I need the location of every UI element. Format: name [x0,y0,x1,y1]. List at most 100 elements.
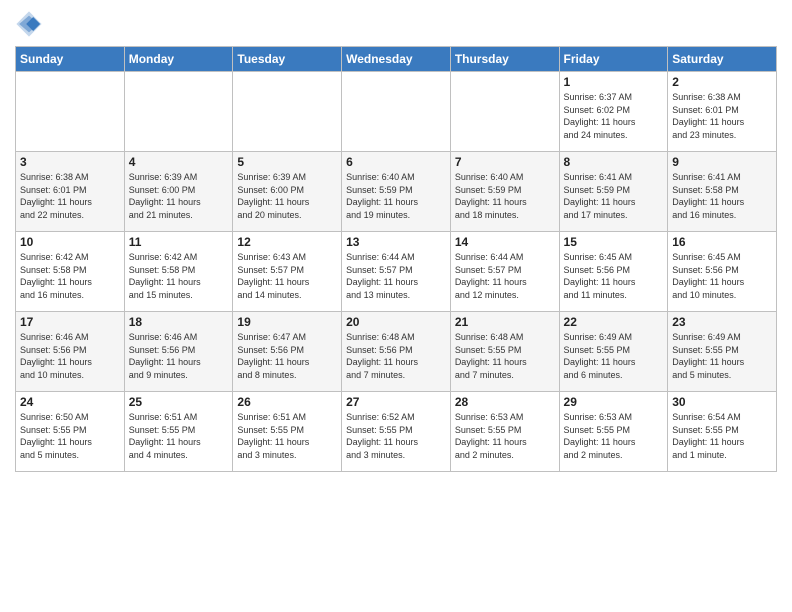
weekday-header-wednesday: Wednesday [342,47,451,72]
weekday-header-monday: Monday [124,47,233,72]
calendar-cell [124,72,233,152]
day-number: 18 [129,315,229,329]
day-number: 8 [564,155,664,169]
calendar-cell: 10Sunrise: 6:42 AM Sunset: 5:58 PM Dayli… [16,232,125,312]
week-row-4: 17 Sunrise: 6:46 AM Sunset: 5:56 PM Dayli… [16,312,777,392]
calendar-cell: 12 Sunrise: 6:43 AM Sunset: 5:57 PM Dayli… [233,232,342,312]
day-number: 13 [346,235,446,249]
calendar-cell: 13 Sunrise: 6:44 AM Sunset: 5:57 PM Dayli… [342,232,451,312]
day-info: Sunrise: 6:38 AM Sunset: 6:01 PM Dayligh… [672,91,772,141]
calendar-cell [16,72,125,152]
calendar-cell: 11Sunrise: 6:42 AM Sunset: 5:58 PM Dayli… [124,232,233,312]
day-number: 25 [129,395,229,409]
calendar-cell [450,72,559,152]
day-info: Sunrise: 6:42 AM Sunset: 5:58 PM Dayligh… [129,251,229,301]
day-info: Sunrise: 6:44 AM Sunset: 5:57 PM Dayligh… [346,251,446,301]
calendar-cell: 17 Sunrise: 6:46 AM Sunset: 5:56 PM Dayli… [16,312,125,392]
calendar-cell: 28 Sunrise: 6:53 AM Sunset: 5:55 PM Dayli… [450,392,559,472]
day-number: 27 [346,395,446,409]
day-number: 17 [20,315,120,329]
day-number: 16 [672,235,772,249]
day-number: 24 [20,395,120,409]
page: SundayMondayTuesdayWednesdayThursdayFrid… [0,0,792,612]
calendar-cell: 26Sunrise: 6:51 AM Sunset: 5:55 PM Dayli… [233,392,342,472]
calendar-cell: 14Sunrise: 6:44 AM Sunset: 5:57 PM Dayli… [450,232,559,312]
day-number: 2 [672,75,772,89]
calendar-cell: 29 Sunrise: 6:53 AM Sunset: 5:55 PM Dayli… [559,392,668,472]
day-info: Sunrise: 6:41 AM Sunset: 5:59 PM Dayligh… [564,171,664,221]
day-number: 23 [672,315,772,329]
calendar-cell: 16 Sunrise: 6:45 AM Sunset: 5:56 PM Dayli… [668,232,777,312]
day-info: Sunrise: 6:44 AM Sunset: 5:57 PM Dayligh… [455,251,555,301]
week-row-2: 3 Sunrise: 6:38 AM Sunset: 6:01 PM Daylig… [16,152,777,232]
day-info: Sunrise: 6:53 AM Sunset: 5:55 PM Dayligh… [564,411,664,461]
weekday-header-friday: Friday [559,47,668,72]
header [15,10,777,38]
day-info: Sunrise: 6:42 AM Sunset: 5:58 PM Dayligh… [20,251,120,301]
week-row-3: 10Sunrise: 6:42 AM Sunset: 5:58 PM Dayli… [16,232,777,312]
calendar-cell: 24 Sunrise: 6:50 AM Sunset: 5:55 PM Dayli… [16,392,125,472]
day-number: 9 [672,155,772,169]
day-info: Sunrise: 6:49 AM Sunset: 5:55 PM Dayligh… [672,331,772,381]
weekday-header-thursday: Thursday [450,47,559,72]
day-info: Sunrise: 6:39 AM Sunset: 6:00 PM Dayligh… [129,171,229,221]
calendar-cell: 6 Sunrise: 6:40 AM Sunset: 5:59 PM Daylig… [342,152,451,232]
calendar-cell: 22Sunrise: 6:49 AM Sunset: 5:55 PM Dayli… [559,312,668,392]
calendar-cell: 8 Sunrise: 6:41 AM Sunset: 5:59 PM Daylig… [559,152,668,232]
logo [15,10,47,38]
calendar-cell [342,72,451,152]
calendar-cell: 5 Sunrise: 6:39 AM Sunset: 6:00 PM Daylig… [233,152,342,232]
day-number: 20 [346,315,446,329]
week-row-1: 1 Sunrise: 6:37 AM Sunset: 6:02 PM Daylig… [16,72,777,152]
day-number: 28 [455,395,555,409]
day-info: Sunrise: 6:50 AM Sunset: 5:55 PM Dayligh… [20,411,120,461]
day-number: 5 [237,155,337,169]
weekday-header-saturday: Saturday [668,47,777,72]
calendar-cell [233,72,342,152]
calendar-cell: 2 Sunrise: 6:38 AM Sunset: 6:01 PM Daylig… [668,72,777,152]
day-info: Sunrise: 6:39 AM Sunset: 6:00 PM Dayligh… [237,171,337,221]
day-number: 19 [237,315,337,329]
calendar-cell: 30Sunrise: 6:54 AM Sunset: 5:55 PM Dayli… [668,392,777,472]
weekday-header-row: SundayMondayTuesdayWednesdayThursdayFrid… [16,47,777,72]
day-number: 21 [455,315,555,329]
day-info: Sunrise: 6:48 AM Sunset: 5:55 PM Dayligh… [455,331,555,381]
calendar-cell: 25 Sunrise: 6:51 AM Sunset: 5:55 PM Dayli… [124,392,233,472]
day-info: Sunrise: 6:37 AM Sunset: 6:02 PM Dayligh… [564,91,664,141]
calendar-cell: 1 Sunrise: 6:37 AM Sunset: 6:02 PM Daylig… [559,72,668,152]
weekday-header-tuesday: Tuesday [233,47,342,72]
day-info: Sunrise: 6:45 AM Sunset: 5:56 PM Dayligh… [564,251,664,301]
logo-icon [15,10,43,38]
calendar-cell: 3 Sunrise: 6:38 AM Sunset: 6:01 PM Daylig… [16,152,125,232]
calendar-cell: 4Sunrise: 6:39 AM Sunset: 6:00 PM Daylig… [124,152,233,232]
day-number: 29 [564,395,664,409]
calendar-cell: 15 Sunrise: 6:45 AM Sunset: 5:56 PM Dayli… [559,232,668,312]
day-number: 3 [20,155,120,169]
week-row-5: 24 Sunrise: 6:50 AM Sunset: 5:55 PM Dayli… [16,392,777,472]
day-number: 15 [564,235,664,249]
day-number: 7 [455,155,555,169]
day-info: Sunrise: 6:43 AM Sunset: 5:57 PM Dayligh… [237,251,337,301]
calendar-cell: 20Sunrise: 6:48 AM Sunset: 5:56 PM Dayli… [342,312,451,392]
calendar-cell: 19 Sunrise: 6:47 AM Sunset: 5:56 PM Dayli… [233,312,342,392]
day-info: Sunrise: 6:49 AM Sunset: 5:55 PM Dayligh… [564,331,664,381]
day-info: Sunrise: 6:52 AM Sunset: 5:55 PM Dayligh… [346,411,446,461]
day-number: 30 [672,395,772,409]
day-info: Sunrise: 6:40 AM Sunset: 5:59 PM Dayligh… [346,171,446,221]
day-number: 6 [346,155,446,169]
day-info: Sunrise: 6:41 AM Sunset: 5:58 PM Dayligh… [672,171,772,221]
day-info: Sunrise: 6:53 AM Sunset: 5:55 PM Dayligh… [455,411,555,461]
day-info: Sunrise: 6:46 AM Sunset: 5:56 PM Dayligh… [129,331,229,381]
day-info: Sunrise: 6:38 AM Sunset: 6:01 PM Dayligh… [20,171,120,221]
day-info: Sunrise: 6:40 AM Sunset: 5:59 PM Dayligh… [455,171,555,221]
day-info: Sunrise: 6:45 AM Sunset: 5:56 PM Dayligh… [672,251,772,301]
day-number: 12 [237,235,337,249]
day-info: Sunrise: 6:47 AM Sunset: 5:56 PM Dayligh… [237,331,337,381]
calendar-cell: 23 Sunrise: 6:49 AM Sunset: 5:55 PM Dayli… [668,312,777,392]
calendar: SundayMondayTuesdayWednesdayThursdayFrid… [15,46,777,472]
weekday-header-sunday: Sunday [16,47,125,72]
day-info: Sunrise: 6:46 AM Sunset: 5:56 PM Dayligh… [20,331,120,381]
day-number: 1 [564,75,664,89]
day-info: Sunrise: 6:51 AM Sunset: 5:55 PM Dayligh… [237,411,337,461]
day-info: Sunrise: 6:51 AM Sunset: 5:55 PM Dayligh… [129,411,229,461]
